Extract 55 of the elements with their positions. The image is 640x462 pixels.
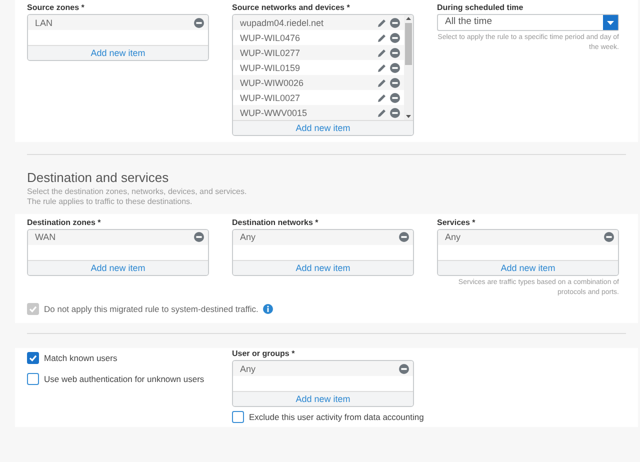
list-item[interactable]: WUP-WIL0159	[233, 60, 404, 75]
caret-icon	[607, 20, 614, 24]
section-title: Destination and services	[27, 170, 170, 185]
checkbox-label: Match known users	[44, 353, 118, 364]
dropdown-button[interactable]	[603, 15, 618, 30]
field-label: Destination networks *	[232, 218, 320, 227]
remove-icon[interactable]	[399, 232, 409, 242]
field-label: Source zones *	[27, 3, 86, 12]
section-description: Select the destination zones, networks, devices, and services.	[27, 187, 248, 198]
remove-icon[interactable]	[390, 48, 400, 58]
up-arrow-icon[interactable]	[406, 17, 411, 20]
add-item-button[interactable]: Add new item	[28, 45, 208, 60]
list-item[interactable]: WUP-WIL0277	[233, 45, 404, 60]
section-description: The rule applies to traffic to these destinations.	[27, 197, 194, 208]
add-item-button[interactable]: Add new item	[438, 260, 618, 275]
list-item[interactable]: WUP-WWV0015	[233, 105, 404, 120]
add-item-button[interactable]: Add new item	[233, 260, 413, 275]
field-label: During scheduled time	[437, 3, 524, 12]
remove-icon[interactable]	[390, 78, 400, 88]
add-item-button[interactable]: Add new item	[28, 260, 208, 275]
checkbox-label: Do not apply this migrated rule to system-destined traffic.	[44, 304, 258, 314]
list-item[interactable]: WUP-WIL0476	[233, 30, 404, 45]
scrollbar[interactable]	[404, 15, 413, 120]
checkbox-label: Exclude this user activity from data accounting	[249, 412, 424, 422]
remove-icon[interactable]	[390, 32, 400, 42]
remove-icon[interactable]	[194, 232, 204, 242]
add-item-button[interactable]: Add new item	[233, 120, 413, 135]
list-item[interactable]: WUP-WIL0027	[233, 90, 404, 105]
remove-icon[interactable]	[399, 364, 409, 374]
list-item[interactable]: WUP-WIW0026	[233, 75, 404, 90]
remove-icon[interactable]	[604, 232, 614, 242]
remove-icon[interactable]	[390, 18, 400, 28]
dropdown-value: All the time	[444, 15, 493, 29]
list-item[interactable]: Any	[438, 230, 618, 245]
list-item[interactable]: wupadm04.riedel.net	[233, 15, 404, 30]
schedule-dropdown[interactable]: All the time	[437, 14, 619, 31]
checkbox-label: Use web authentication for unknown users	[44, 374, 204, 384]
add-item-button[interactable]: Add new item	[233, 391, 413, 406]
down-arrow-icon[interactable]	[406, 115, 411, 118]
checkbox[interactable]	[27, 352, 39, 364]
list-item[interactable]: Any	[233, 361, 413, 376]
field-label: Destination zones *	[27, 218, 102, 227]
info-icon[interactable]	[263, 304, 274, 314]
list-item[interactable]: LAN	[28, 15, 208, 30]
field-label: User or groups *	[232, 349, 296, 358]
field-label: Source networks and devices *	[232, 3, 351, 12]
remove-icon[interactable]	[390, 62, 400, 72]
field-label: Services *	[437, 218, 476, 227]
list-item[interactable]: Any	[233, 230, 413, 245]
checkbox[interactable]	[232, 411, 244, 424]
remove-icon[interactable]	[390, 108, 400, 118]
remove-icon[interactable]	[390, 92, 400, 102]
list-item[interactable]: WAN	[28, 230, 208, 245]
remove-icon[interactable]	[194, 18, 204, 28]
checkbox[interactable]	[27, 373, 39, 386]
